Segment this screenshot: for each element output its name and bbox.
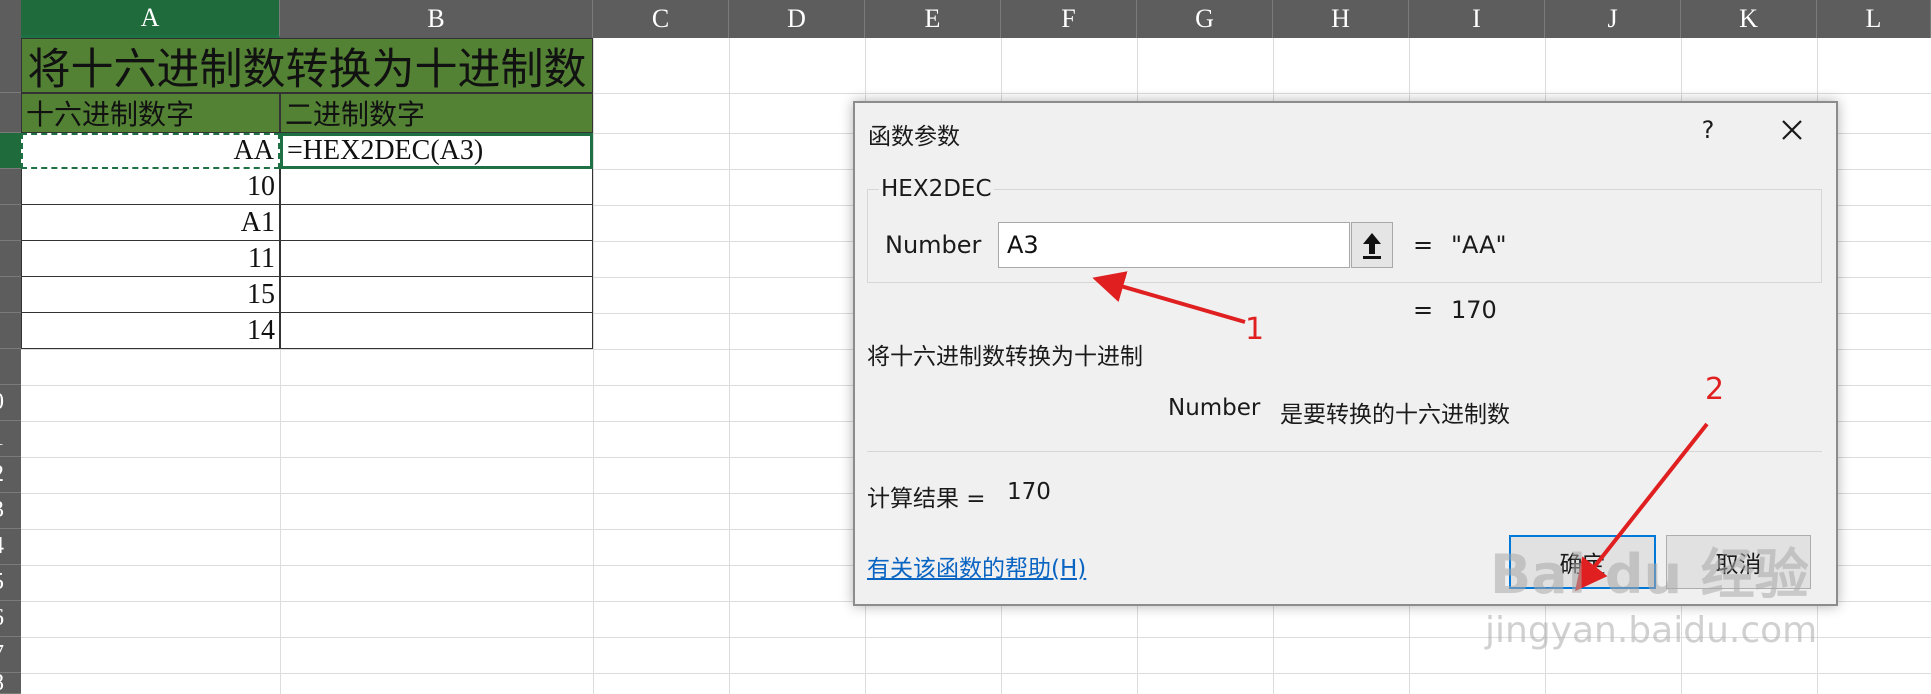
function-help-link[interactable]: 有关该函数的帮助(H) xyxy=(867,549,1086,583)
column-header-k[interactable]: K xyxy=(1681,0,1817,38)
annotation-number-2: 2 xyxy=(1705,372,1725,407)
baidu-watermark-logo: Bai du 经验 xyxy=(1490,543,1809,606)
row-header[interactable] xyxy=(0,205,21,241)
row-header[interactable] xyxy=(0,169,21,205)
divider xyxy=(867,451,1822,452)
close-button[interactable] xyxy=(1772,113,1812,147)
gridline xyxy=(593,38,594,694)
result-label: 计算结果 = xyxy=(867,486,986,512)
column-header-e[interactable]: E xyxy=(865,0,1001,38)
row-header[interactable] xyxy=(0,133,21,169)
column-header-h[interactable]: H xyxy=(1273,0,1409,38)
column-header-b[interactable]: B xyxy=(280,0,593,38)
row-header[interactable]: 2 xyxy=(0,457,21,493)
column-header-a[interactable]: A xyxy=(21,0,280,38)
result-value: 170 xyxy=(1007,479,1051,505)
argument-label: Number xyxy=(885,231,982,259)
row-header[interactable]: 3 xyxy=(0,493,21,529)
row-header[interactable] xyxy=(0,349,21,385)
function-description: 将十六进制数转换为十进制 xyxy=(867,344,1143,370)
column-header-d[interactable]: D xyxy=(729,0,865,38)
row-header[interactable] xyxy=(0,241,21,277)
row-header[interactable]: 4 xyxy=(0,529,21,565)
cell-b7[interactable] xyxy=(280,277,593,313)
argument-description-text: 是要转换的十六进制数 xyxy=(1280,402,1510,428)
cell-a3[interactable]: AA xyxy=(21,133,280,169)
column-header-j[interactable]: J xyxy=(1545,0,1681,38)
column-header-l[interactable]: L xyxy=(1817,0,1931,38)
row-header[interactable] xyxy=(0,313,21,349)
sheet-title-cell[interactable]: 将十六进制数转换为十进制数 xyxy=(21,38,593,93)
function-evaluated-value: 170 xyxy=(1451,296,1497,324)
cell-a5[interactable]: A1 xyxy=(21,205,280,241)
dialog-title: 函数参数 xyxy=(868,124,960,150)
cell-b5[interactable] xyxy=(280,205,593,241)
number-argument-input[interactable] xyxy=(998,222,1350,268)
row-header[interactable]: 8 xyxy=(0,673,21,694)
row-header[interactable] xyxy=(0,38,21,93)
row-header[interactable] xyxy=(0,93,21,133)
baidu-watermark-url: jingyan.baidu.com xyxy=(1485,610,1818,651)
argument-equals: = xyxy=(1413,231,1434,259)
cell-a7[interactable]: 15 xyxy=(21,277,280,313)
cell-b3-active[interactable]: =HEX2DEC(A3) xyxy=(280,133,593,169)
column-header-i[interactable]: I xyxy=(1409,0,1545,38)
row-header[interactable]: 7 xyxy=(0,637,21,673)
gridline xyxy=(21,673,1931,674)
column-header-g[interactable]: G xyxy=(1137,0,1273,38)
column-header-c[interactable]: C xyxy=(593,0,729,38)
function-equals: = xyxy=(1413,296,1434,324)
column-header-f[interactable]: F xyxy=(1001,0,1137,38)
argument-evaluated-value: "AA" xyxy=(1451,231,1507,259)
gridline xyxy=(729,38,730,694)
header-cell-binary[interactable]: 二进制数字 xyxy=(280,93,593,133)
help-button[interactable]: ? xyxy=(1693,113,1723,147)
cell-a4[interactable]: 10 xyxy=(21,169,280,205)
row-header[interactable]: 5 xyxy=(0,565,21,601)
row-header[interactable] xyxy=(0,277,21,313)
row-header[interactable]: 6 xyxy=(0,601,21,637)
cell-a6[interactable]: 11 xyxy=(21,241,280,277)
arrow-up-icon xyxy=(1363,233,1381,259)
row-header[interactable]: 1 xyxy=(0,421,21,457)
collapse-dialog-button[interactable] xyxy=(1351,222,1393,268)
annotation-number-1: 1 xyxy=(1245,312,1265,347)
header-cell-hex[interactable]: 十六进制数字 xyxy=(21,93,280,133)
row-header[interactable]: 0 xyxy=(0,385,21,421)
function-name: HEX2DEC xyxy=(879,176,994,202)
close-icon xyxy=(1782,120,1802,140)
argument-description-name: Number xyxy=(1168,395,1261,421)
cell-b8[interactable] xyxy=(280,313,593,349)
cell-a8[interactable]: 14 xyxy=(21,313,280,349)
cell-b4[interactable] xyxy=(280,169,593,205)
cell-b6[interactable] xyxy=(280,241,593,277)
